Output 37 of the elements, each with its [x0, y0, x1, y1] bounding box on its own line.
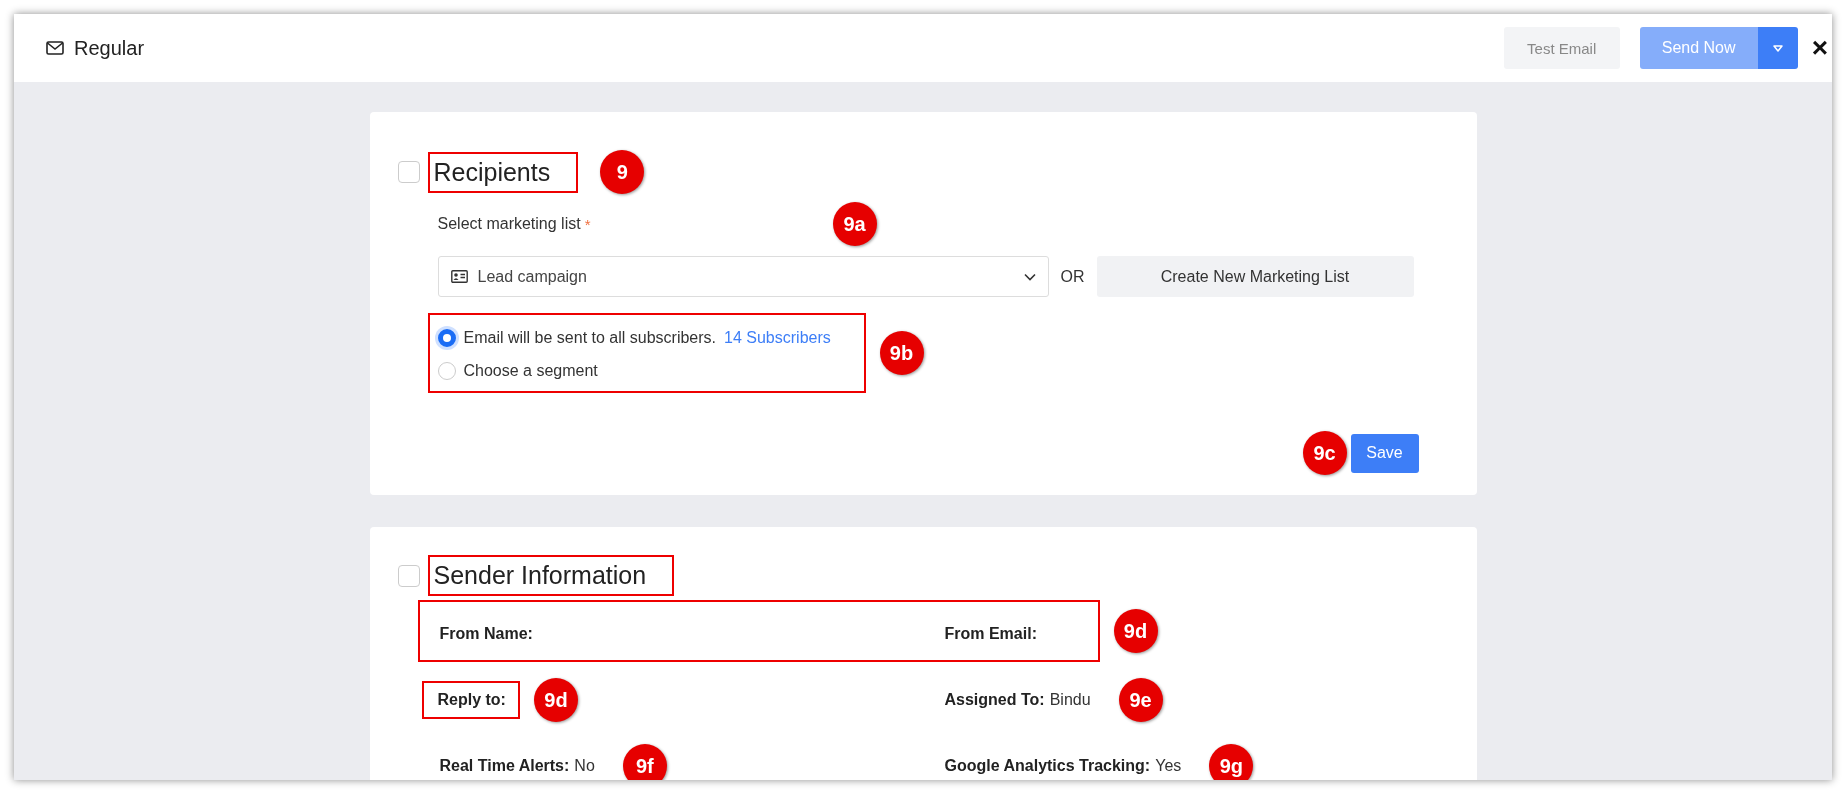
option-label: Choose a segment	[463, 361, 598, 380]
callout-badge: 9d	[533, 678, 578, 722]
required-asterisk: *	[584, 215, 591, 233]
callout-badge: 9	[600, 150, 645, 194]
envelope-icon	[46, 41, 64, 55]
info-field: Reply to:	[421, 681, 520, 719]
callout-badge: 9c	[1302, 431, 1347, 475]
chevron-down-icon	[1023, 272, 1036, 281]
info-field: Real Time Alerts: No	[435, 747, 609, 780]
section-title: Sender Information	[427, 555, 675, 596]
subscribers-link[interactable]: 14 Subscribers	[724, 328, 831, 347]
info-field: From Email:	[940, 615, 1051, 653]
contact-card-icon	[450, 270, 468, 283]
save-button[interactable]: Save	[1350, 433, 1419, 473]
create-list-button[interactable]: Create New Marketing List	[1096, 256, 1414, 297]
callout-badge: 9a	[832, 202, 877, 246]
checkbox[interactable]	[397, 161, 420, 183]
option-label: Email will be sent to all subscribers.	[463, 328, 717, 347]
radio-button[interactable]	[437, 361, 456, 380]
close-button[interactable]: ×	[1807, 34, 1832, 62]
info-field: Google Analytics Tracking: Yes	[940, 747, 1196, 780]
callout-badge: 9g	[1209, 744, 1254, 780]
callout-badge: 9e	[1118, 678, 1163, 722]
marketing-list-dropdown[interactable]: Lead campaign	[437, 256, 1049, 297]
callout-badge: 9d	[1113, 609, 1158, 653]
window-title: Regular	[74, 36, 145, 60]
caret-icon	[1772, 44, 1783, 52]
callout-badge: 9f	[622, 744, 667, 780]
callout-badge: 9b	[879, 331, 924, 375]
or-text: OR	[1060, 267, 1085, 286]
radio-button[interactable]	[437, 328, 456, 347]
section-title: Recipients	[427, 151, 579, 193]
checkbox[interactable]	[397, 564, 420, 587]
info-field: Assigned To: Bindu	[940, 681, 1105, 719]
dropdown-button[interactable]	[1757, 27, 1798, 69]
info-field: From Name:	[435, 615, 547, 653]
field-label: Select marketing list	[437, 215, 581, 233]
